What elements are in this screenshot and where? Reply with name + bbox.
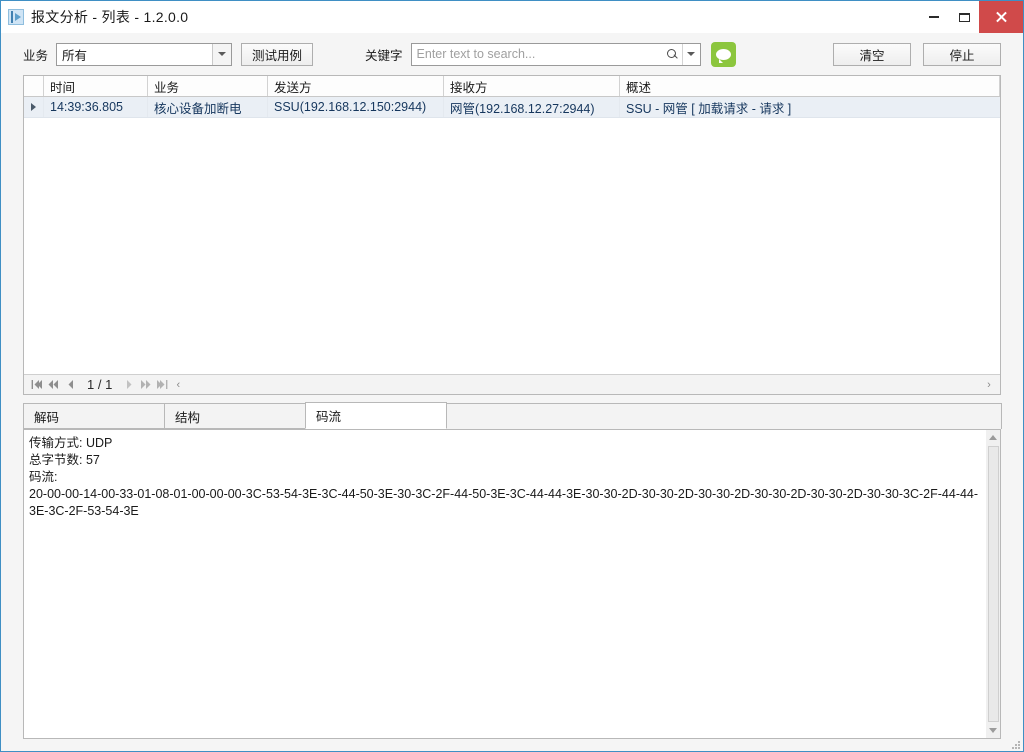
page-first-icon[interactable]: [28, 376, 45, 394]
cell-time: 14:39:36.805: [44, 97, 148, 117]
grid-header-time[interactable]: 时间: [44, 76, 148, 96]
pager-expand-icon[interactable]: ›: [982, 376, 996, 394]
page-last-icon[interactable]: [154, 376, 171, 394]
close-button[interactable]: [979, 1, 1023, 33]
scroll-down-arrow-icon: [989, 728, 997, 733]
chevron-down-icon: [687, 52, 696, 56]
page-indicator: 1 / 1: [87, 377, 113, 392]
maximize-button[interactable]: [949, 1, 979, 33]
chat-toggle-button[interactable]: [710, 41, 736, 67]
grid-header-summary[interactable]: 概述: [620, 76, 1000, 96]
window-controls: [919, 1, 1023, 33]
magnifier-icon: [667, 48, 678, 60]
minimize-icon: [929, 16, 939, 18]
cell-sender: SSU(192.168.12.150:2944): [268, 97, 444, 117]
window-title: 报文分析 - 列表 - 1.2.0.0: [31, 9, 189, 25]
app-chart-icon: [8, 9, 24, 25]
page-prev-block-icon[interactable]: [45, 376, 62, 394]
cell-service: 核心设备加断电: [148, 97, 268, 117]
service-select-value: 所有: [62, 48, 88, 63]
keyword-label: 关键字: [365, 48, 403, 63]
toolbar: 业务 所有 测试用例 关键字 清空: [1, 33, 1023, 75]
speech-bubble-icon: [715, 48, 731, 63]
cell-receiver: 网管(192.168.12.27:2944): [444, 97, 620, 117]
clear-button[interactable]: 清空: [833, 42, 911, 66]
search-submit-button[interactable]: [664, 48, 682, 60]
detail-tab-body: 传输方式: UDP 总字节数: 57 码流: 20-00-00-14-00-33…: [23, 430, 1001, 739]
search-input[interactable]: [411, 44, 664, 64]
grid-header-receiver[interactable]: 接收方: [444, 76, 620, 96]
grid-header-sender[interactable]: 发送方: [268, 76, 444, 96]
horizontal-splitter[interactable]: [23, 395, 1001, 403]
tab-bytestream[interactable]: 码流: [305, 402, 447, 429]
scroll-up-button[interactable]: [986, 430, 1001, 445]
cell-summary: SSU - 网管 [ 加载请求 - 请求 ]: [626, 101, 792, 116]
resize-grip-icon[interactable]: [1011, 740, 1020, 749]
service-label: 业务: [23, 48, 49, 63]
service-select-arrow[interactable]: [212, 43, 232, 65]
detail-tab-strip: 解码 结构 码流: [23, 402, 1002, 430]
toolbar-actions: 清空 停止: [833, 42, 1001, 66]
table-row[interactable]: 14:39:36.805 核心设备加断电 SSU(192.168.12.150:…: [24, 97, 1000, 118]
scrollbar-thumb[interactable]: [987, 446, 999, 722]
page-next-icon[interactable]: [120, 376, 137, 394]
grid-header-indicator: [24, 76, 44, 96]
close-icon: [995, 11, 1007, 23]
tab-decode[interactable]: 解码: [23, 403, 165, 429]
minimize-button[interactable]: [919, 1, 949, 33]
grid-header-service[interactable]: 业务: [148, 76, 268, 96]
stop-button[interactable]: 停止: [923, 42, 1001, 66]
page-next-block-icon[interactable]: [137, 376, 154, 394]
page-prev-icon[interactable]: [62, 376, 79, 394]
grid-header-row: 时间 业务 发送方 接收方 概述: [24, 76, 1000, 97]
grid-body: 14:39:36.805 核心设备加断电 SSU(192.168.12.150:…: [24, 97, 1000, 374]
row-current-arrow-icon: [31, 103, 36, 111]
grid-pager: 1 / 1 ‹ ›: [24, 374, 1000, 394]
scroll-up-arrow-icon: [989, 435, 997, 440]
maximize-icon: [958, 12, 970, 22]
tab-structure[interactable]: 结构: [164, 403, 306, 429]
pager-collapse-icon[interactable]: ‹: [171, 376, 185, 394]
scroll-down-button[interactable]: [986, 723, 1001, 738]
testcase-button[interactable]: 测试用例: [241, 42, 314, 66]
detail-line-stream-label: 码流:: [29, 470, 58, 484]
detail-vertical-scrollbar[interactable]: [985, 430, 1000, 738]
detail-hex-dump: 20-00-00-14-00-33-01-08-01-00-00-00-3C-5…: [29, 487, 979, 518]
message-grid: 时间 业务 发送方 接收方 概述 14:39:36.805 核心设备加断电 SS…: [23, 75, 1001, 395]
detail-panel: 解码 结构 码流 传输方式: UDP 总字节数: 57 码流: 20-00-00…: [23, 402, 1002, 739]
bytestream-content[interactable]: 传输方式: UDP 总字节数: 57 码流: 20-00-00-14-00-33…: [24, 430, 985, 738]
chevron-down-icon: [218, 52, 227, 56]
search-box[interactable]: [410, 42, 701, 66]
service-select[interactable]: 所有: [56, 42, 233, 66]
row-indicator-cell: [24, 97, 44, 117]
search-history-button[interactable]: [681, 43, 700, 65]
app-window: 报文分析 - 列表 - 1.2.0.0 业务 所有 测试用例 关键字 Enter…: [0, 0, 1024, 752]
detail-line-bytecount: 总字节数: 57: [29, 453, 100, 467]
status-bar: [1, 739, 1023, 751]
keyword-search-group: 关键字: [365, 41, 736, 67]
tab-strip-filler: [446, 403, 1002, 429]
detail-line-transport: 传输方式: UDP: [29, 436, 113, 450]
title-bar: 报文分析 - 列表 - 1.2.0.0: [1, 1, 1023, 33]
